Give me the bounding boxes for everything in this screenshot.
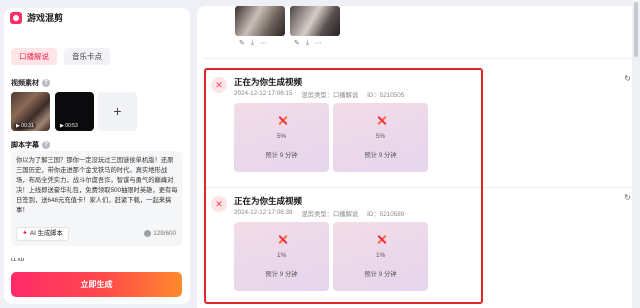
progress-percent: 1% xyxy=(276,252,287,259)
video-toolbar: ✎ ⤓ ⋯ xyxy=(294,39,322,47)
ai-generate-script-button[interactable]: ✦ AI 生成脚本 xyxy=(16,227,69,241)
task-type: 混剪类型：口播解说 xyxy=(301,92,359,99)
add-video-button[interactable]: + xyxy=(98,92,137,131)
help-icon[interactable]: ? xyxy=(42,141,50,149)
task-timestamp: 2024-12-12 17:06:15 xyxy=(234,90,293,97)
task-meta: 2024-12-12 17:06:15 混剪类型：口播解说 ID：5210505 xyxy=(234,90,404,99)
refresh-icon[interactable]: ↻ xyxy=(624,193,631,202)
more-icon[interactable]: ⋯ xyxy=(260,39,267,47)
progress-percent: 1% xyxy=(375,252,386,259)
previous-video-thumbnail[interactable] xyxy=(290,6,340,36)
divider xyxy=(203,187,633,188)
progress-card: 1% 预计 9 分钟 xyxy=(234,222,329,291)
generating-icon xyxy=(278,116,287,125)
generating-icon xyxy=(278,235,287,244)
progress-eta: 预计 9 分钟 xyxy=(364,152,397,159)
refresh-icon[interactable]: ↻ xyxy=(624,74,631,83)
task-meta: 2024-12-12 17:06:38 混剪类型：口播解说 ID：5210589 xyxy=(234,209,404,218)
more-icon[interactable]: ⋯ xyxy=(315,39,322,47)
ai-sparkle-icon: ✦ xyxy=(22,230,28,237)
ai-generate-label: AI 生成脚本 xyxy=(29,230,63,237)
progress-card: 5% 预计 9 分钟 xyxy=(234,103,329,172)
materials-label-text: 视频素材 xyxy=(11,80,39,87)
progress-eta: 预计 9 分钟 xyxy=(265,152,298,159)
task-timestamp: 2024-12-12 17:06:38 xyxy=(234,209,293,216)
char-counter: 129/600 xyxy=(144,230,176,237)
panel-title: 游戏混剪 xyxy=(27,13,64,23)
small-label: LL AU xyxy=(11,257,24,262)
progress-card: 1% 预计 9 分钟 xyxy=(333,222,428,291)
generating-icon: ✕ xyxy=(211,77,227,93)
video-toolbar: ✎ ⤓ ⋯ xyxy=(239,39,267,47)
task-title: 正在为你生成视频 xyxy=(234,196,303,206)
video-thumbnail[interactable]: ▶ 00:53 xyxy=(55,92,94,131)
script-label-text: 脚本字幕 xyxy=(11,142,39,149)
video-duration: ▶ 00:53 xyxy=(58,123,80,129)
divider xyxy=(203,58,633,59)
task-type: 混剪类型：口播解说 xyxy=(301,211,359,218)
tab-voiceover[interactable]: 口播解说 xyxy=(11,48,57,65)
task-id: ID：5210505 xyxy=(367,92,405,99)
scrollbar-thumb[interactable] xyxy=(634,2,638,57)
progress-eta: 预计 9 分钟 xyxy=(364,271,397,278)
panel-header: 游戏混剪 xyxy=(10,11,63,24)
previous-video-thumbnail[interactable] xyxy=(235,6,285,36)
generation-task: ✕ 正在为你生成视频 2024-12-12 17:06:38 混剪类型：口播解说… xyxy=(205,190,635,302)
video-thumbnail[interactable]: ▶ 00:31 xyxy=(11,92,50,131)
script-label: 脚本字幕 ? xyxy=(11,140,50,150)
generating-icon xyxy=(377,116,386,125)
video-duration: ▶ 00:31 xyxy=(14,123,36,129)
generation-task: ✕ 正在为你生成视频 2024-12-12 17:06:15 混剪类型：口播解说… xyxy=(205,71,635,183)
results-panel: ✎ ⤓ ⋯ ✎ ⤓ ⋯ ✕ 正在为你生成视频 2024-12-12 17:06:… xyxy=(197,6,640,308)
progress-eta: 预计 9 分钟 xyxy=(265,271,298,278)
char-count-text: 129/600 xyxy=(153,230,176,237)
download-icon[interactable]: ⤓ xyxy=(306,39,309,47)
script-textarea[interactable]: 你以为了解三国？那你一定没玩过三国谜侯单机版！还原三国历史，带你走进那个金戈铁马… xyxy=(11,151,182,246)
download-icon[interactable]: ⤓ xyxy=(251,39,254,47)
task-title: 正在为你生成视频 xyxy=(234,77,303,87)
progress-percent: 5% xyxy=(276,133,287,140)
left-panel: 游戏混剪 口播解说 音乐卡点 视频素材 ? ▶ 00:31 ▶ 00:53 + … xyxy=(0,0,193,308)
edit-icon[interactable]: ✎ xyxy=(294,39,300,47)
help-icon[interactable]: ? xyxy=(42,79,50,87)
app-logo-icon xyxy=(10,11,22,24)
tab-music-beat[interactable]: 音乐卡点 xyxy=(64,48,110,65)
generate-now-button[interactable]: 立即生成 xyxy=(11,272,182,297)
add-icon: + xyxy=(113,103,122,119)
generating-icon xyxy=(377,235,386,244)
edit-icon[interactable]: ✎ xyxy=(239,39,245,47)
task-id: ID：5210589 xyxy=(367,211,405,218)
counter-icon xyxy=(144,230,152,237)
materials-label: 视频素材 ? xyxy=(11,78,50,88)
progress-percent: 5% xyxy=(375,133,386,140)
script-text[interactable]: 你以为了解三国？那你一定没玩过三国谜侯单机版！还原三国历史，带你走进那个金戈铁马… xyxy=(16,156,178,216)
generating-icon: ✕ xyxy=(211,196,227,212)
progress-card: 5% 预计 9 分钟 xyxy=(333,103,428,172)
